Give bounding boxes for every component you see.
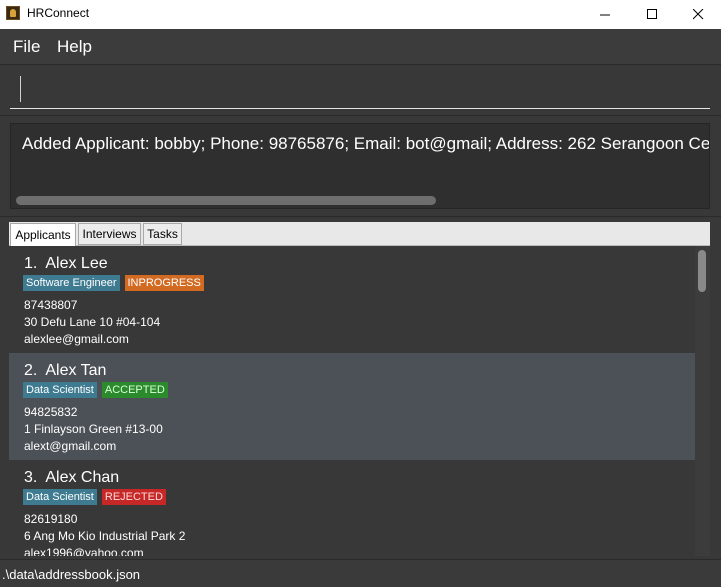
window-title: HRConnect xyxy=(27,6,90,20)
menu-help[interactable]: Help xyxy=(57,37,92,57)
applicant-email: alex1996@yahoo.com xyxy=(24,546,144,556)
divider xyxy=(0,216,721,217)
status-bar: .\data\addressbook.json xyxy=(0,559,721,587)
scrollbar-thumb[interactable] xyxy=(698,250,706,292)
text-caret xyxy=(20,76,21,102)
role-tag: Data Scientist xyxy=(23,382,97,398)
tab-bar: Applicants Interviews Tasks xyxy=(9,222,710,246)
applicant-phone: 94825832 xyxy=(24,405,78,419)
applicant-phone: 82619180 xyxy=(24,512,78,526)
close-icon xyxy=(692,9,703,20)
menu-file[interactable]: File xyxy=(13,37,40,57)
applicant-card[interactable]: 1. Alex Lee Software Engineer INPROGRESS … xyxy=(9,246,695,353)
menu-bar: File Help xyxy=(0,29,721,64)
maximize-icon xyxy=(646,9,657,19)
applicant-tags: Software Engineer INPROGRESS xyxy=(23,275,204,291)
applicant-address: 6 Ang Mo Kio Industrial Park 2 xyxy=(24,529,186,543)
applicant-index: 3. xyxy=(24,469,38,486)
vertical-scrollbar[interactable] xyxy=(695,246,710,556)
applicant-address: 1 Finlayson Green #13-00 xyxy=(24,422,163,436)
applicant-title: 2. Alex Tan xyxy=(24,362,106,380)
applicant-title: 1. Alex Lee xyxy=(24,255,108,273)
applicant-name: Alex Chan xyxy=(45,469,120,486)
save-file-path: .\data\addressbook.json xyxy=(2,567,141,582)
applicant-list: 1. Alex Lee Software Engineer INPROGRESS … xyxy=(9,246,710,556)
minimize-button[interactable] xyxy=(582,0,628,29)
applicant-tags: Data Scientist REJECTED xyxy=(23,489,166,505)
tab-applicants[interactable]: Applicants xyxy=(10,223,76,246)
tab-tasks[interactable]: Tasks xyxy=(143,223,182,245)
horizontal-scrollbar[interactable] xyxy=(16,196,436,205)
command-input[interactable] xyxy=(10,73,710,109)
applicant-email: alexlee@gmail.com xyxy=(24,332,129,346)
status-badge: REJECTED xyxy=(101,489,166,505)
tab-interviews[interactable]: Interviews xyxy=(78,223,141,245)
title-bar: HRConnect xyxy=(0,0,721,29)
applicant-index: 1. xyxy=(24,255,38,272)
applicant-index: 2. xyxy=(24,362,38,379)
minimize-icon xyxy=(599,14,610,16)
applicant-email: alext@gmail.com xyxy=(24,439,117,453)
role-tag: Data Scientist xyxy=(23,489,97,505)
applicant-phone: 87438807 xyxy=(24,298,78,312)
status-badge: INPROGRESS xyxy=(124,275,204,291)
applicant-tags: Data Scientist ACCEPTED xyxy=(23,382,168,398)
app-icon xyxy=(6,6,20,20)
result-message: Added Applicant: bobby; Phone: 98765876;… xyxy=(22,134,710,153)
applicant-card[interactable]: 3. Alex Chan Data Scientist REJECTED 8261… xyxy=(9,460,695,556)
result-display: Added Applicant: bobby; Phone: 98765876;… xyxy=(0,116,721,216)
command-box xyxy=(0,65,721,115)
close-button[interactable] xyxy=(675,0,721,29)
applicant-title: 3. Alex Chan xyxy=(24,469,119,487)
maximize-button[interactable] xyxy=(629,0,675,29)
role-tag: Software Engineer xyxy=(23,275,120,291)
result-box: Added Applicant: bobby; Phone: 98765876;… xyxy=(10,123,710,209)
status-badge: ACCEPTED xyxy=(101,382,168,398)
applicant-name: Alex Tan xyxy=(45,362,107,379)
applicant-card[interactable]: 2. Alex Tan Data Scientist ACCEPTED 94825… xyxy=(9,353,695,460)
applicant-address: 30 Defu Lane 10 #04-104 xyxy=(24,315,161,329)
applicant-name: Alex Lee xyxy=(45,255,108,272)
